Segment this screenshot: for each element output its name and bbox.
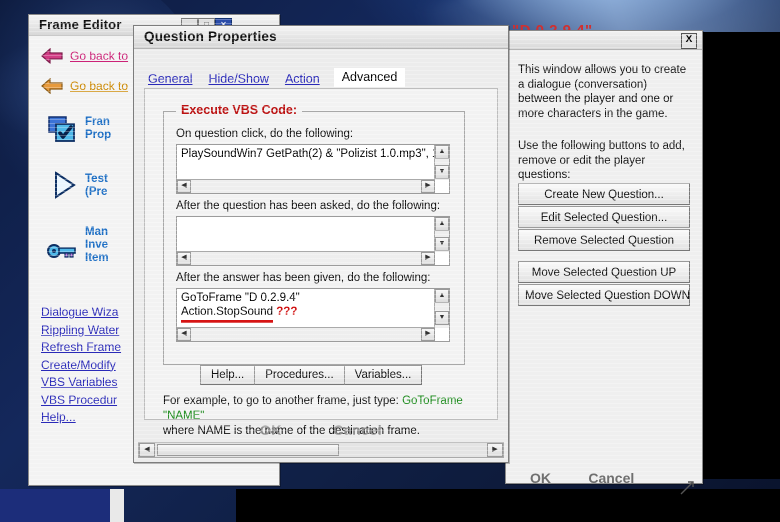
dialogue-cancel-button[interactable]: Cancel xyxy=(588,470,634,486)
unknown-marker: ??? xyxy=(276,306,298,318)
edit-selected-question-button[interactable]: Edit Selected Question... xyxy=(518,206,690,228)
manage-inventory-line3: Item xyxy=(85,252,109,264)
question-properties-titlebar[interactable]: Question Properties xyxy=(134,26,508,49)
test-preview-item[interactable]: Test (Pre xyxy=(53,171,108,202)
link-refresh-frame[interactable]: Refresh Frame xyxy=(41,339,121,357)
taskbar-divider xyxy=(110,489,124,522)
vbs-helper-buttons: Help... Procedures... Variables... xyxy=(200,365,423,385)
dialog-horizontal-scrollbar[interactable]: ◀ ▶ xyxy=(138,442,504,458)
scroll-right-icon[interactable]: ▶ xyxy=(421,180,435,193)
go-back-link-2-label: Go back to xyxy=(70,79,129,93)
vertical-scrollbar[interactable]: ▲ ▼ xyxy=(434,289,449,328)
after-answer-given-value: GoToFrame "D 0.2.9.4" xyxy=(181,292,300,304)
frame-properties-item[interactable]: Fran Prop xyxy=(47,116,111,147)
dialogue-footer: OK Cancel xyxy=(530,470,700,486)
scroll-right-icon[interactable]: ▶ xyxy=(421,328,435,341)
manage-inventory-line2: Inve xyxy=(85,239,109,251)
execute-vbs-code-label: Execute VBS Code: xyxy=(176,103,303,117)
key-icon xyxy=(47,226,77,263)
scroll-left-icon[interactable]: ◀ xyxy=(139,443,155,457)
example-prefix: For example, to go to another frame, jus… xyxy=(163,395,399,407)
link-help[interactable]: Help... xyxy=(41,409,121,427)
question-properties-dialog[interactable]: Question Properties General Hide/Show Ac… xyxy=(133,25,509,463)
question-properties-title: Question Properties xyxy=(144,29,277,44)
move-question-down-button[interactable]: Move Selected Question DOWN xyxy=(518,284,690,306)
dialogue-description-2: Use the following buttons to add, remove… xyxy=(518,140,685,181)
after-answer-given-textarea[interactable]: GoToFrame "D 0.2.9.4" Action.StopSound ?… xyxy=(176,288,450,342)
scroll-down-icon[interactable]: ▼ xyxy=(435,311,449,325)
cancel-button[interactable]: Cancel xyxy=(333,422,382,438)
black-client-area-bottom xyxy=(236,489,780,522)
scroll-right-icon[interactable]: ▶ xyxy=(421,252,435,265)
procedures-button[interactable]: Procedures... xyxy=(254,365,345,385)
help-button[interactable]: Help... xyxy=(200,365,256,385)
tab-advanced[interactable]: Advanced xyxy=(333,68,406,87)
after-answer-given-value-extra: Action.StopSound ??? xyxy=(181,305,431,319)
scroll-up-icon[interactable]: ▲ xyxy=(435,289,449,303)
manage-inventory-line1: Man xyxy=(85,226,108,238)
go-back-link-1-label: Go back to xyxy=(70,49,129,63)
taskbar-left xyxy=(0,489,110,522)
go-back-link-2[interactable]: Go back to xyxy=(41,78,128,94)
black-client-area-right xyxy=(697,32,780,479)
scroll-up-icon[interactable]: ▲ xyxy=(435,217,449,231)
play-triangle-icon xyxy=(53,171,77,202)
ok-button[interactable]: OK xyxy=(260,422,282,438)
advanced-tab-panel: Execute VBS Code: On question click, do … xyxy=(144,88,498,437)
left-arrow-icon xyxy=(41,48,63,64)
after-question-asked-label: After the question has been asked, do th… xyxy=(176,200,441,212)
close-icon[interactable]: X xyxy=(681,33,697,49)
test-preview-line2: (Pre xyxy=(85,186,108,198)
frame-properties-line2: Prop xyxy=(85,129,112,141)
horizontal-scrollbar[interactable]: ◀ ▶ xyxy=(177,179,435,193)
dialogue-ok-button[interactable]: OK xyxy=(530,470,551,486)
link-dialogue-wizard[interactable]: Dialogue Wiza xyxy=(41,304,121,322)
link-vbs-variables[interactable]: VBS Variables xyxy=(41,374,121,392)
execute-vbs-code-group: Execute VBS Code: On question click, do … xyxy=(163,103,465,365)
frame-properties-line1: Fran xyxy=(85,116,110,128)
tab-general[interactable]: General xyxy=(146,71,194,87)
on-question-click-label: On question click, do the following: xyxy=(176,128,354,140)
test-preview-line1: Test xyxy=(85,173,108,185)
stop-sound-text: Action.StopSound xyxy=(181,306,274,318)
remove-selected-question-button[interactable]: Remove Selected Question xyxy=(518,229,690,251)
manage-inventory-item[interactable]: Man Inve Item xyxy=(47,226,109,265)
after-question-asked-textarea[interactable]: ▲ ▼ ◀ ▶ xyxy=(176,216,450,266)
scroll-up-icon[interactable]: ▲ xyxy=(435,145,449,159)
scroll-down-icon[interactable]: ▼ xyxy=(435,237,449,251)
frame-editor-title: Frame Editor xyxy=(39,17,122,32)
link-rippling-water[interactable]: Rippling Water xyxy=(41,322,121,340)
go-back-link-1[interactable]: Go back to xyxy=(41,48,128,64)
tab-hide-show[interactable]: Hide/Show xyxy=(206,71,270,87)
move-question-up-button[interactable]: Move Selected Question UP xyxy=(518,261,690,283)
vertical-scrollbar[interactable]: ▲ ▼ xyxy=(434,217,449,252)
variables-button[interactable]: Variables... xyxy=(343,365,423,385)
question-properties-footer: OK Cancel xyxy=(134,422,508,438)
scroll-left-icon[interactable]: ◀ xyxy=(177,252,191,265)
create-new-question-button[interactable]: Create New Question... xyxy=(518,183,690,205)
dialogue-window[interactable]: X This window allows you to create a dia… xyxy=(505,30,703,484)
on-question-click-value: PlaySoundWin7 GetPath(2) & "Polizist 1.0… xyxy=(181,148,450,160)
tab-action[interactable]: Action xyxy=(283,71,322,87)
frame-properties-icon xyxy=(47,116,77,147)
horizontal-scrollbar[interactable]: ◀ ▶ xyxy=(177,251,435,265)
scroll-left-icon[interactable]: ◀ xyxy=(177,328,191,341)
vertical-scrollbar[interactable]: ▲ ▼ xyxy=(434,145,449,180)
scroll-down-icon[interactable]: ▼ xyxy=(435,165,449,179)
horizontal-scrollbar[interactable]: ◀ ▶ xyxy=(177,327,435,341)
left-arrow-icon xyxy=(41,78,63,94)
scrollbar-thumb[interactable] xyxy=(157,444,339,456)
tab-bar: General Hide/Show Action Advanced xyxy=(146,68,406,87)
frame-editor-link-list: Dialogue Wiza Rippling Water Refresh Fra… xyxy=(41,304,121,427)
dialogue-description-1: This window allows you to create a dialo… xyxy=(518,64,687,120)
on-question-click-textarea[interactable]: PlaySoundWin7 GetPath(2) & "Polizist 1.0… xyxy=(176,144,450,194)
resize-grip-icon[interactable] xyxy=(680,481,694,495)
link-vbs-procedures[interactable]: VBS Procedur xyxy=(41,392,121,410)
link-create-modify[interactable]: Create/Modify xyxy=(41,357,121,375)
scroll-right-icon[interactable]: ▶ xyxy=(487,443,503,457)
after-answer-given-label: After the answer has been given, do the … xyxy=(176,272,431,284)
error-underline xyxy=(181,320,273,323)
dialogue-titlebar[interactable]: X xyxy=(506,31,702,50)
scroll-left-icon[interactable]: ◀ xyxy=(177,180,191,193)
